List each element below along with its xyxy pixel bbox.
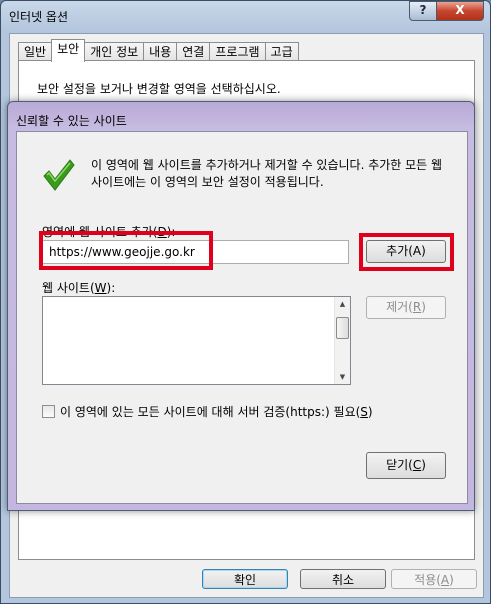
window-title: 인터넷 옵션 — [9, 10, 69, 24]
tab-privacy[interactable]: 개인 정보 — [84, 42, 145, 61]
add-site-url-input[interactable] — [42, 240, 349, 264]
help-button[interactable]: ? — [409, 1, 437, 21]
scroll-thumb[interactable] — [336, 317, 349, 339]
websites-label: 웹 사이트(W): — [42, 281, 116, 295]
websites-scrollbar[interactable]: ▲ ▼ — [334, 297, 350, 384]
dialog-button-row: 확인 취소 적용(A) — [10, 569, 483, 593]
cancel-button[interactable]: 취소 — [300, 569, 386, 589]
tab-programs[interactable]: 프로그램 — [209, 42, 266, 61]
tab-general[interactable]: 일반 — [18, 42, 53, 61]
remove-site-button[interactable]: 제거(R) — [366, 296, 446, 319]
apply-button[interactable]: 적용(A) — [391, 569, 477, 589]
tab-advanced[interactable]: 고급 — [264, 42, 299, 61]
trusted-sites-dialog: 신뢰할 수 있는 사이트 이 영역에 웹 사이트를 추가하거나 제거할 수 있습… — [7, 101, 475, 511]
tab-content[interactable]: 내용 — [143, 42, 178, 61]
green-checkmark-icon — [43, 159, 75, 191]
https-checkbox-label: 이 영역에 있는 모든 사이트에 대해 서버 검증(https:) 필요(S) — [60, 405, 373, 419]
add-site-button[interactable]: 추가(A) — [366, 240, 446, 263]
websites-list[interactable]: ▲ ▼ — [42, 296, 351, 385]
https-verification-row[interactable]: 이 영역에 있는 모든 사이트에 대해 서버 검증(https:) 필요(S) — [42, 403, 373, 420]
scroll-up-icon[interactable]: ▲ — [335, 297, 350, 311]
add-site-label: 영역에 웹 사이트 추가(D): — [42, 225, 176, 239]
info-text: 이 영역에 웹 사이트를 추가하거나 제거할 수 있습니다. 추가한 모든 웹 … — [91, 158, 443, 189]
scroll-down-icon[interactable]: ▼ — [335, 370, 350, 384]
dialog-body: 이 영역에 웹 사이트를 추가하거나 제거할 수 있습니다. 추가한 모든 웹 … — [16, 131, 468, 504]
tab-security[interactable]: 보안 — [51, 39, 86, 62]
panel-description: 보안 설정을 보거나 변경할 영역을 선택하십시오. — [37, 82, 281, 96]
close-button[interactable]: 닫기(C) — [366, 452, 446, 479]
https-checkbox[interactable] — [42, 405, 55, 418]
tab-strip: 일반 보안 개인 정보 내용 연결 프로그램 고급 — [18, 39, 299, 62]
ok-button[interactable]: 확인 — [202, 569, 288, 589]
close-window-button[interactable]: X — [436, 1, 484, 21]
dialog-title: 신뢰할 수 있는 사이트 — [16, 114, 127, 128]
tab-connections[interactable]: 연결 — [176, 42, 211, 61]
